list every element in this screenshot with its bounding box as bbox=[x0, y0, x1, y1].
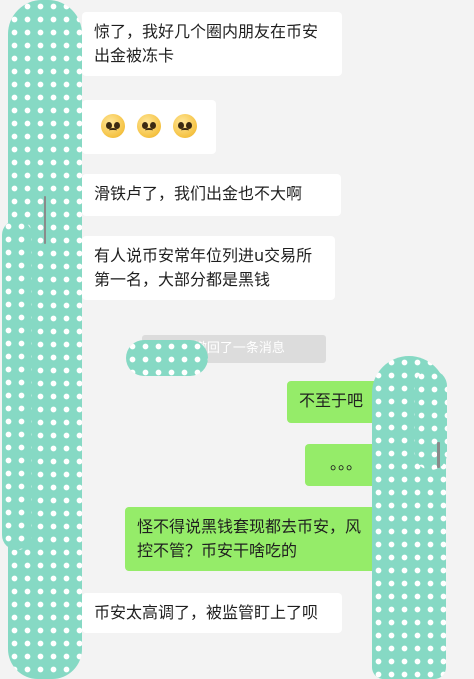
message-text: 怪不得说黑钱套现都去币安，风控不管？币安干啥吃的 bbox=[137, 517, 362, 560]
message-bubble-outgoing[interactable]: 不至于吧 bbox=[287, 381, 383, 423]
scroll-mark bbox=[437, 442, 440, 468]
message-text: 不至于吧 bbox=[299, 391, 364, 410]
pleading-face-icon bbox=[173, 114, 197, 138]
avatar-mask-left bbox=[2, 220, 32, 550]
pleading-face-icon bbox=[137, 114, 161, 138]
message-bubble-emoji[interactable] bbox=[82, 100, 216, 154]
message-text: 有人说币安常年位列进u交易所第一名，大部分都是黑钱 bbox=[94, 246, 313, 289]
avatar-mask-right bbox=[415, 370, 447, 470]
message-bubble-incoming[interactable]: 币安太高调了，被监管盯上了呗 bbox=[82, 593, 342, 633]
message-text: 滑铁卢了，我们出金也不大啊 bbox=[94, 184, 303, 203]
message-bubble-outgoing[interactable]: 怪不得说黑钱套现都去币安，风控不管？币安干啥吃的 bbox=[125, 507, 387, 571]
name-mask bbox=[126, 340, 208, 376]
message-bubble-incoming[interactable]: 惊了，我好几个圈内朋友在币安出金被冻卡 bbox=[82, 12, 342, 76]
message-text: 。。。 bbox=[329, 454, 362, 473]
message-bubble-incoming[interactable]: 滑铁卢了，我们出金也不大啊 bbox=[82, 174, 341, 216]
scroll-mark bbox=[44, 196, 46, 244]
message-text: 惊了，我好几个圈内朋友在币安出金被冻卡 bbox=[94, 22, 319, 65]
pleading-face-icon bbox=[101, 114, 125, 138]
message-text: 币安太高调了，被监管盯上了呗 bbox=[94, 603, 319, 622]
message-bubble-incoming[interactable]: 有人说币安常年位列进u交易所第一名，大部分都是黑钱 bbox=[82, 236, 335, 300]
emoji-row bbox=[92, 114, 206, 138]
